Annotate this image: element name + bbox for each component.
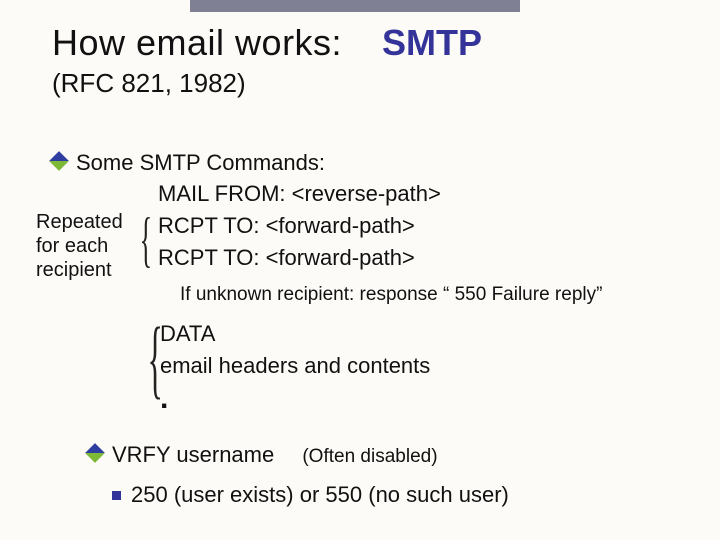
cmd-mail-from: MAIL FROM: <reverse-path>	[158, 178, 441, 210]
diamond-bullet-icon	[49, 151, 69, 171]
data-command-block: DATA email headers and contents .	[160, 318, 430, 409]
some-commands-line: Some SMTP Commands:	[76, 150, 325, 175]
vrfy-responses: 250 (user exists) or 550 (no such user)	[112, 482, 509, 508]
slide-subtitle: (RFC 821, 1982)	[52, 68, 246, 99]
data-l1: DATA	[160, 318, 430, 350]
resp-or: or	[294, 482, 326, 507]
vrfy-line: VRFY username (Often disabled)	[88, 442, 438, 468]
smtp-command-list: MAIL FROM: <reverse-path> RCPT TO: <forw…	[158, 178, 441, 274]
title-smtp: SMTP	[382, 22, 482, 64]
resp-250: 250 (user exists)	[131, 482, 294, 507]
slide-title: How email works: SMTP	[52, 22, 672, 64]
repeat-label: Repeated for each recipient	[36, 210, 123, 282]
vrfy-cmd: VRFY	[112, 442, 170, 467]
decorative-top-bar	[190, 0, 520, 12]
cmd-rcpt-2: RCPT TO: <forward-path>	[158, 242, 441, 274]
square-bullet-icon	[112, 491, 121, 500]
data-l2: email headers and contents	[160, 350, 430, 382]
repeat-l1: Repeated	[36, 210, 123, 234]
cmd-rcpt-1: RCPT TO: <forward-path>	[158, 210, 441, 242]
data-terminator-dot: .	[160, 388, 430, 409]
repeat-l2: for each	[36, 234, 123, 258]
repeat-l3: recipient	[36, 258, 123, 282]
vrfy-note: (Often disabled)	[302, 446, 437, 467]
vrfy-arg: username	[170, 442, 274, 467]
content-area: Some SMTP Commands:	[52, 148, 682, 178]
unknown-recipient-note: If unknown recipient: response “ 550 Fai…	[180, 284, 602, 306]
resp-550: 550 (no such user)	[325, 482, 508, 507]
diamond-bullet-icon	[85, 443, 105, 463]
curly-brace-icon: {	[140, 204, 153, 274]
title-main: How email works:	[52, 22, 342, 63]
